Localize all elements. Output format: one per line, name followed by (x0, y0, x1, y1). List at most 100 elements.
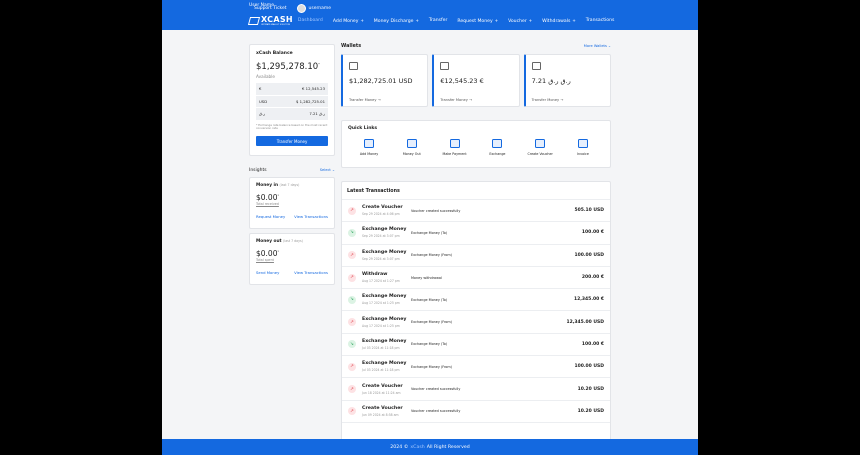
money-out-icon (406, 139, 417, 148)
transaction-date: Sep 29 2024 at 3:07 pm (362, 256, 400, 261)
balance-amount: $1,295,278.10* (256, 62, 320, 72)
money-in-card: Money in (last 7 days) $0.00* Total rece… (249, 177, 335, 229)
transaction-name: Exchange Money (362, 361, 407, 367)
table-row[interactable]: ↗ Create Voucher Jun 18 2024 at 11:24 am Vo… (342, 378, 610, 401)
quick-links-title: Quick Links (348, 126, 378, 131)
nav-item-dashboard[interactable]: Dashboard (293, 18, 328, 24)
more-wallets-link[interactable]: More Wallets ⌄ (584, 44, 611, 49)
total-received-label: Total received (256, 202, 279, 206)
send-money-link[interactable]: Send Money (256, 270, 279, 275)
view-transactions-link[interactable]: View Transactions (294, 270, 328, 275)
transaction-name: Exchange Money (362, 227, 407, 233)
nav-item-request-money[interactable]: Request Money + (452, 18, 503, 24)
insights-select[interactable]: Select ⌄ (320, 168, 335, 173)
transaction-description: Exchange Money (From) (411, 320, 453, 325)
currency-row: € € 12,545.23 (256, 83, 328, 96)
transaction-description: Exchange Money (To) (411, 342, 448, 347)
table-row[interactable]: ↗ Exchange Money Jul 03 2024 at 11:18 pm Ex… (342, 356, 610, 379)
nav-item-add-money[interactable]: Add Money + (328, 18, 369, 24)
currency-table: € € 12,545.23 USD $ 1,282,725.01 ر.ق 7.21 ر… (256, 83, 328, 121)
nav-item-money-discharge[interactable]: Money Discharge + (369, 18, 424, 24)
arrow-up-right-icon: ↗ (348, 206, 356, 215)
available-label: Available (256, 74, 275, 79)
transaction-name: Exchange Money (362, 316, 407, 322)
table-row[interactable]: ↘ Exchange Money Aug 17 2024 at 1:25 pm Exc… (342, 289, 610, 312)
wallet-card-usd[interactable]: $1,282,725.01 USD Transfer Money → (341, 54, 429, 107)
table-row[interactable]: ↗ Withdraw Aug 17 2024 at 1:27 pm Money wit… (342, 267, 610, 290)
arrow-down-right-icon: ↘ (348, 295, 356, 304)
table-row[interactable]: ↗ Create Voucher Jun 09 2024 at 8:58 am Vou… (342, 401, 610, 423)
transaction-description: Voucher created successfully (411, 387, 461, 392)
transaction-description: Voucher created successfully (411, 208, 461, 213)
wallets-title: Wallets (341, 44, 362, 49)
transfer-money-button[interactable]: Transfer Money (256, 136, 328, 147)
transaction-description: Exchange Money (To) (411, 230, 448, 235)
arrow-down-right-icon: ↘ (348, 340, 356, 349)
transaction-date: Sep 29 2024 at 4:06 pm (362, 212, 400, 217)
plus-icon: + (360, 17, 364, 23)
wallet-icon (349, 62, 358, 70)
quick-link-money-out[interactable]: Money Out (391, 139, 433, 156)
footer-year: 2024 © (390, 444, 409, 450)
money-in-period: (last 7 days) (279, 183, 300, 187)
wallet-value: €12,545.23 € (440, 77, 484, 85)
invoice-icon (577, 139, 588, 148)
logo-subtitle: ULTIMATE WALLET SOLUTION (261, 24, 290, 26)
user-menu[interactable]: username (296, 4, 331, 13)
plus-icon: + (528, 17, 533, 23)
transaction-amount: 100.00 € (581, 341, 604, 347)
transaction-name: Create Voucher (362, 405, 403, 411)
currency-row: ر.ق 7.21 ر.ق (256, 107, 328, 121)
wallet-transfer-link[interactable]: Transfer Money → (532, 98, 564, 102)
transaction-amount: 10.20 USD (577, 386, 604, 392)
arrow-up-right-icon: ↗ (348, 385, 356, 394)
nav-item-transfer[interactable]: Transfer (424, 18, 452, 24)
quick-link-invoice[interactable]: Invoice (562, 139, 604, 156)
logo[interactable]: XCASH ULTIMATE WALLET SOLUTION (247, 15, 293, 26)
nav-item-transactions[interactable]: Transactions (581, 18, 620, 24)
payment-icon (449, 139, 460, 148)
quick-link-make-payment[interactable]: Make Payment (434, 139, 476, 156)
transaction-date: Jul 03 2024 at 11:18 pm (362, 368, 400, 373)
wallet-value: $1,282,725.01 USD (349, 77, 413, 85)
table-row[interactable]: ↘ Exchange Money Jul 03 2024 at 11:18 pm Ex… (342, 334, 610, 357)
wallet-card-eur[interactable]: €12,545.23 € Transfer Money → (432, 54, 520, 107)
table-row[interactable]: ↗ Exchange Money Sep 29 2024 at 3:07 pm Exc… (342, 245, 610, 267)
transaction-name: Create Voucher (362, 383, 403, 389)
request-money-link[interactable]: Request Money (256, 214, 285, 219)
wallet-transfer-link[interactable]: Transfer Money → (440, 98, 472, 102)
exchange-note: * Exchange rate balance based on the mos… (256, 122, 328, 131)
wallet-transfer-link[interactable]: Transfer Money → (349, 98, 381, 102)
transaction-amount: 12,345.00 USD (566, 319, 604, 325)
transaction-amount: 100.00 USD (574, 252, 604, 258)
money-out-period: (last 7 days) (283, 239, 303, 243)
left-column: xCash Balance $1,295,278.10* Available €… (249, 44, 335, 285)
view-transactions-link[interactable]: View Transactions (294, 214, 328, 219)
money-in-title: Money in (256, 183, 279, 188)
transaction-name: Exchange Money (362, 338, 407, 344)
wallets-header: Wallets More Wallets ⌄ (341, 44, 611, 49)
quick-link-exchange[interactable]: Exchange (476, 139, 518, 156)
nav-item-voucher[interactable]: Voucher + (503, 18, 537, 24)
table-row[interactable]: ↗ Exchange Money Aug 17 2024 at 1:25 pm Exc… (342, 311, 610, 334)
money-in-amount: $0.00* (256, 193, 279, 202)
plus-icon: + (572, 17, 576, 23)
nav-item-withdrawals[interactable]: Withdrawals + (537, 18, 581, 24)
wallet-card-qar[interactable]: 7.21 ر.ق ر.ق Transfer Money → (523, 54, 611, 107)
support-ticket-link[interactable]: Support Ticket (254, 6, 287, 11)
table-row[interactable]: ↗ Create Voucher Sep 29 2024 at 4:06 pm Vou… (342, 200, 610, 223)
footer: 2024 © xCash All Right Reserved (162, 439, 698, 455)
plus-icon: + (494, 17, 499, 23)
money-out-card: Money out (last 7 days) $0.00* Total spe… (249, 233, 335, 285)
voucher-icon (535, 139, 546, 148)
table-row[interactable]: ↘ Exchange Money Sep 29 2024 at 3:07 pm Exc… (342, 222, 610, 245)
transaction-date: Aug 17 2024 at 1:25 pm (362, 301, 400, 306)
transaction-description: Exchange Money (From) (411, 253, 453, 258)
footer-brand-link[interactable]: xCash (410, 445, 424, 450)
quick-link-add-money[interactable]: Add Money (348, 139, 390, 156)
transaction-name: Withdraw (362, 272, 388, 278)
money-out-amount: $0.00* (256, 249, 279, 258)
transaction-description: Voucher created successfully (411, 409, 461, 414)
footer-rights: All Right Reserved (426, 444, 470, 450)
quick-link-create-voucher[interactable]: Create Voucher (519, 139, 561, 156)
